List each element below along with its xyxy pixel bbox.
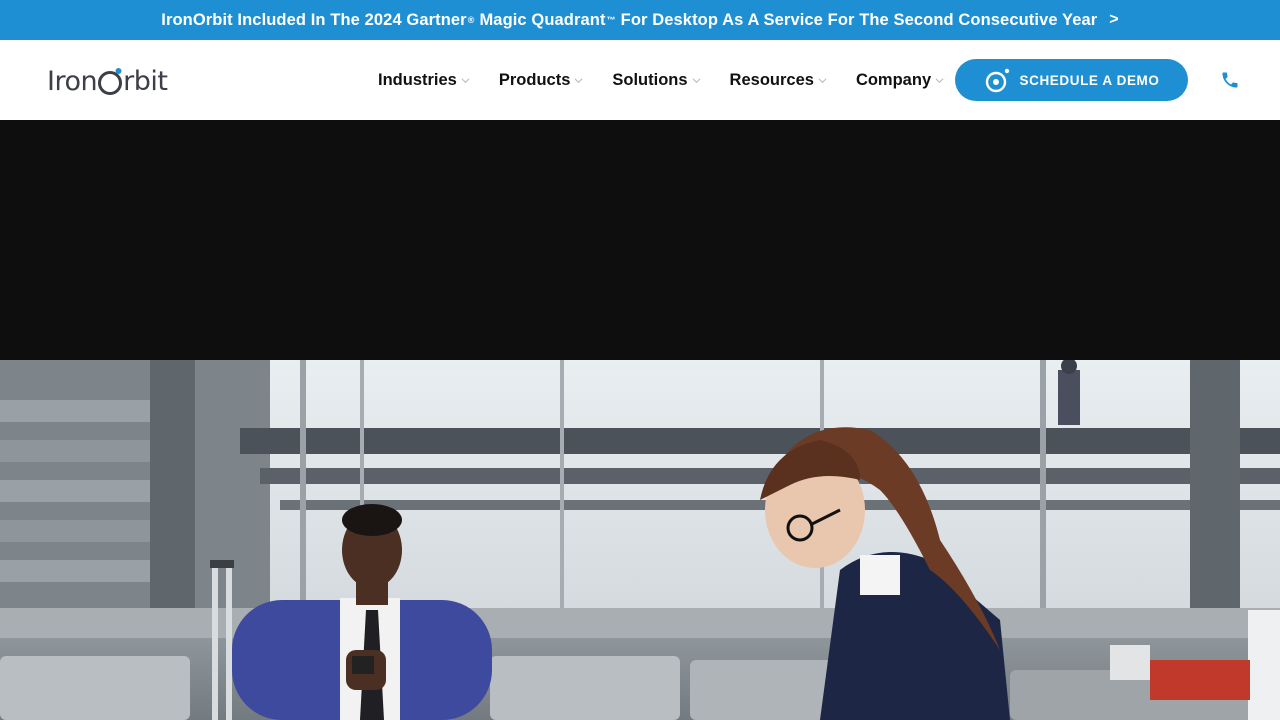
logo[interactable]: Iron rbit — [47, 64, 168, 98]
chevron-down-icon — [935, 77, 944, 83]
trademark-mark: ™ — [606, 15, 616, 25]
main-navbar: Iron rbit Industries Products Solutions … — [0, 40, 1280, 120]
menu-item-solutions[interactable]: Solutions — [612, 70, 701, 90]
announcement-text-1: IronOrbit Included In The 2024 Gartner — [161, 10, 467, 29]
menu-item-resources[interactable]: Resources — [730, 71, 827, 90]
menu-item-label: Resources — [729, 70, 814, 89]
menu-item-products[interactable]: Products — [499, 71, 584, 90]
announcement-text-3: For Desktop As A Service For The Second … — [620, 10, 1098, 29]
logo-text-prefix: Iron — [47, 65, 98, 97]
chevron-down-icon — [574, 77, 583, 83]
menu-item-industries[interactable]: Industries — [378, 71, 470, 90]
registered-mark: ® — [467, 15, 475, 25]
video-area — [0, 120, 1280, 360]
schedule-demo-button[interactable]: SCHEDULE A DEMO — [955, 59, 1188, 101]
schedule-demo-label: SCHEDULE A DEMO — [1019, 72, 1160, 88]
announcement-bar[interactable]: IronOrbit Included In The 2024 Gartner ®… — [0, 0, 1280, 40]
chevron-down-icon — [461, 77, 470, 83]
chevron-down-icon — [818, 77, 827, 83]
primary-menu: Industries Products Solutions Resources … — [378, 68, 944, 92]
phone-icon[interactable] — [1220, 70, 1240, 90]
logo-text-suffix: rbit — [123, 65, 168, 97]
menu-item-label: Company — [855, 70, 932, 89]
menu-item-label: Solutions — [612, 70, 688, 89]
chevron-down-icon — [692, 77, 701, 83]
menu-item-company[interactable]: Company — [856, 71, 944, 90]
hero-scene — [0, 360, 1280, 720]
hero-image — [0, 360, 1280, 720]
menu-item-label: Products — [498, 70, 571, 89]
announcement-arrow: > — [1109, 11, 1119, 28]
logo-orbit-icon — [98, 68, 123, 95]
menu-item-label: Industries — [378, 70, 457, 89]
phone-glyph — [1222, 72, 1238, 88]
announcement-text-2: Magic Quadrant — [479, 10, 606, 29]
orbit-icon — [986, 68, 1010, 93]
